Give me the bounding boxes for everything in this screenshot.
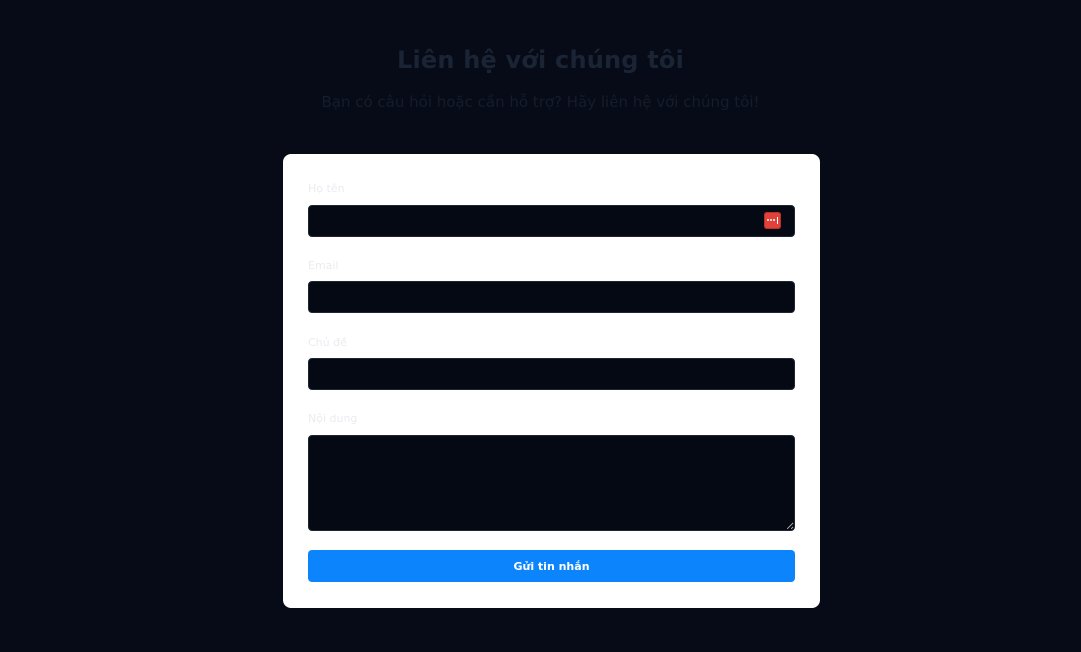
page-title: Liên hệ với chúng tôi bbox=[396, 46, 685, 74]
email-label: Email bbox=[308, 259, 339, 272]
subject-label: Chủ đề bbox=[308, 336, 347, 349]
message-textarea[interactable] bbox=[308, 435, 795, 531]
contact-page: Liên hệ với chúng tôi Bạn có câu hỏi hoặ… bbox=[0, 0, 1081, 652]
name-label: Họ tên bbox=[308, 182, 345, 195]
subject-input[interactable] bbox=[308, 358, 795, 390]
send-message-button[interactable]: Gửi tin nhắn bbox=[308, 550, 795, 582]
name-input[interactable] bbox=[308, 205, 795, 237]
message-label: Nội dung bbox=[308, 412, 358, 425]
contact-form: Họ tên Email Chủ đề Nội dung Gửi tin nhắ… bbox=[283, 154, 820, 608]
password-manager-icon[interactable] bbox=[764, 212, 781, 229]
email-input[interactable] bbox=[308, 281, 795, 313]
page-subtitle: Bạn có câu hỏi hoặc cần hỗ trợ? Hãy liên… bbox=[321, 93, 760, 111]
